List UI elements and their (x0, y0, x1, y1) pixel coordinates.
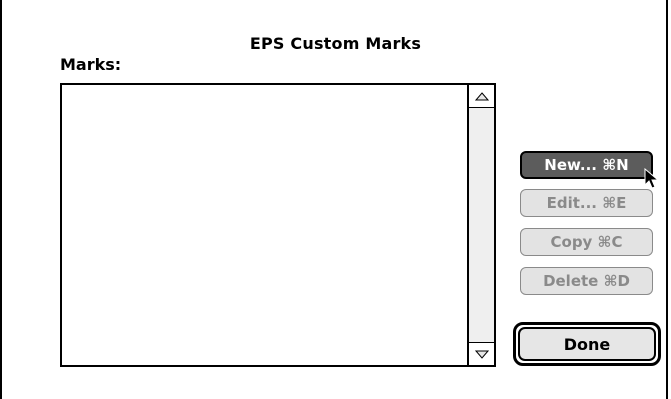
triangle-down-icon (474, 350, 489, 359)
marks-list-area[interactable] (62, 85, 467, 365)
edit-button[interactable]: Edit... ⌘E (520, 189, 653, 217)
triangle-up-icon (474, 91, 489, 100)
new-button[interactable]: New... ⌘N (520, 151, 653, 179)
scroll-up-button[interactable] (469, 85, 494, 108)
scroll-down-button[interactable] (469, 342, 494, 365)
arrow-cursor-icon (644, 168, 660, 189)
copy-button[interactable]: Copy ⌘C (520, 228, 653, 256)
done-button[interactable]: Done (518, 327, 656, 361)
delete-button[interactable]: Delete ⌘D (520, 267, 653, 295)
dialog-title: EPS Custom Marks (249, 34, 422, 53)
done-button-frame[interactable]: Done (513, 322, 661, 366)
marks-label: Marks: (60, 55, 122, 74)
marks-scrollbar[interactable] (467, 85, 494, 365)
marks-list[interactable] (60, 83, 496, 367)
